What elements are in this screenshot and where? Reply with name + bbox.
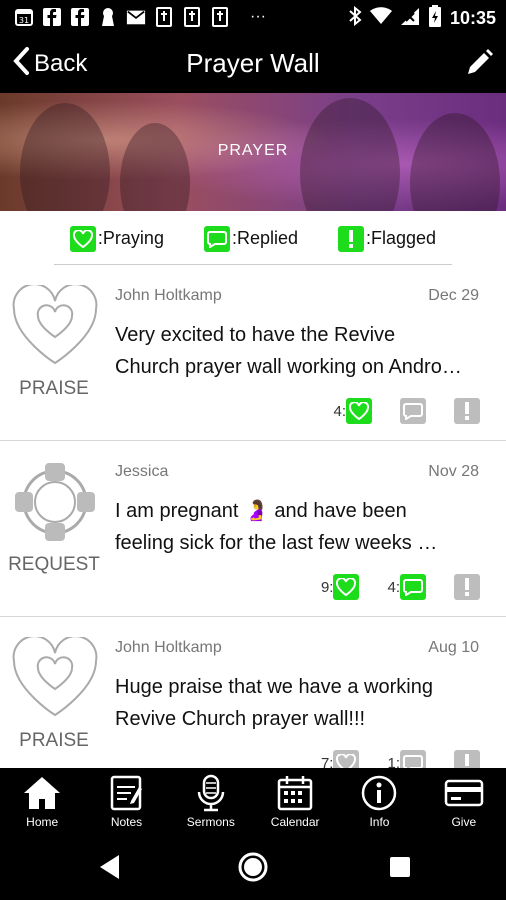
chat-bubble-icon	[400, 574, 426, 600]
bible-notification-icon	[154, 7, 174, 27]
system-status-icons: 10:35	[348, 5, 496, 32]
post-text: I am pregnant 🤰 and have been feeling si…	[115, 500, 438, 554]
microphone-icon	[191, 774, 231, 812]
tab-home[interactable]: Home	[0, 768, 84, 835]
calendar-icon	[275, 774, 315, 812]
post-actions: 4:	[305, 398, 480, 424]
tab-label: Notes	[110, 815, 143, 829]
heart-outline-icon	[12, 635, 98, 719]
system-navigation-bar	[0, 835, 506, 900]
post-text: Huge praise that we have a working Reviv…	[115, 676, 433, 730]
compose-button[interactable]	[464, 48, 494, 83]
reply-button[interactable]	[400, 398, 426, 424]
app-header: Back Prayer Wall	[0, 34, 506, 93]
replied-count: 4:	[387, 578, 400, 596]
notification-icons: 31 ···	[14, 7, 266, 27]
bluetooth-icon	[348, 5, 362, 31]
bible-notification-icon	[182, 7, 202, 27]
legend-label: :Replied	[231, 228, 299, 248]
post-author: John Holtkamp	[115, 287, 222, 304]
heart-outline-icon	[12, 283, 98, 367]
chat-bubble-icon	[203, 225, 230, 252]
praying-count: 4:	[333, 402, 346, 420]
calendar-notification-icon: 31	[14, 7, 34, 27]
bottom-tab-bar: Home Notes Sermons Calendar Info Give	[0, 768, 506, 835]
heart-icon	[69, 225, 96, 252]
tab-label: Home	[26, 815, 59, 829]
gmail-notification-icon	[126, 7, 146, 27]
legend-replied: :Replied	[203, 225, 299, 252]
tab-calendar[interactable]: Calendar	[253, 768, 337, 835]
cell-signal-icon	[400, 7, 420, 30]
chat-bubble-icon	[400, 398, 426, 424]
credit-card-icon	[444, 774, 484, 812]
prayer-post[interactable]: PRAISE John Holtkamp Dec 29 Very excited…	[0, 265, 506, 441]
system-recents-icon[interactable]	[389, 856, 411, 883]
svg-text:31: 31	[19, 16, 29, 25]
post-type-label: REQUEST	[8, 554, 100, 575]
post-actions: 9: 4:	[293, 574, 480, 600]
page-title: Prayer Wall	[186, 48, 320, 78]
post-type-label: PRAISE	[19, 378, 89, 399]
more-notifications-indicator: ···	[250, 8, 266, 25]
praying-button[interactable]: 9:	[321, 574, 360, 600]
post-date: Dec 29	[428, 287, 479, 304]
tab-label: Calendar	[270, 815, 320, 829]
legend-label: :Praying	[97, 228, 164, 248]
banner-label: PRAYER	[217, 142, 289, 159]
legend-flagged: :Flagged	[338, 225, 437, 252]
exclamation-icon	[338, 225, 365, 252]
tab-give[interactable]: Give	[422, 768, 506, 835]
banner-image: PRAYER	[0, 93, 506, 211]
battery-icon	[428, 5, 442, 32]
pencil-icon	[464, 49, 494, 82]
exclamation-icon	[454, 574, 480, 600]
flag-button[interactable]	[454, 574, 480, 600]
exclamation-icon	[454, 398, 480, 424]
info-icon	[359, 774, 399, 812]
lifebuoy-icon	[12, 461, 98, 543]
status-legend: :Praying :Replied :Flagged	[0, 211, 506, 266]
post-date: Aug 10	[428, 639, 479, 656]
tab-info[interactable]: Info	[337, 768, 421, 835]
home-icon	[22, 774, 62, 812]
wifi-icon	[369, 7, 392, 30]
prayer-post[interactable]: REQUEST Jessica Nov 28 I am pregnant 🤰 a…	[0, 441, 506, 617]
post-author: John Holtkamp	[115, 639, 222, 656]
legend-label: :Flagged	[366, 228, 437, 248]
system-back-icon[interactable]	[98, 853, 122, 886]
facebook-notification-icon	[70, 7, 90, 27]
prayer-post[interactable]: PRAISE John Holtkamp Aug 10 Huge praise …	[0, 617, 506, 793]
tab-label: Info	[369, 815, 390, 829]
flag-button[interactable]	[454, 398, 480, 424]
tab-label: Sermons	[186, 815, 235, 829]
heart-icon	[346, 398, 372, 424]
status-bar: 31 ··· 10:35	[0, 0, 506, 34]
tab-label: Give	[451, 815, 477, 829]
praying-count: 9:	[320, 578, 334, 596]
post-date: Nov 28	[428, 463, 479, 480]
praying-button[interactable]: 4:	[333, 398, 372, 424]
tab-sermons[interactable]: Sermons	[169, 768, 253, 835]
system-home-icon[interactable]	[237, 851, 269, 888]
tab-notes[interactable]: Notes	[84, 768, 168, 835]
legend-praying: :Praying	[69, 225, 164, 252]
post-author: Jessica	[115, 463, 169, 480]
notes-icon	[106, 774, 146, 812]
keyhole-notification-icon	[98, 7, 118, 27]
facebook-notification-icon	[42, 7, 62, 27]
heart-icon	[333, 574, 360, 600]
clock: 10:35	[449, 8, 496, 28]
reply-button[interactable]: 4:	[387, 574, 426, 600]
post-type-label: PRAISE	[19, 730, 89, 751]
bible-notification-icon	[210, 7, 230, 27]
post-text: Very excited to have the Revive Church p…	[115, 324, 462, 378]
